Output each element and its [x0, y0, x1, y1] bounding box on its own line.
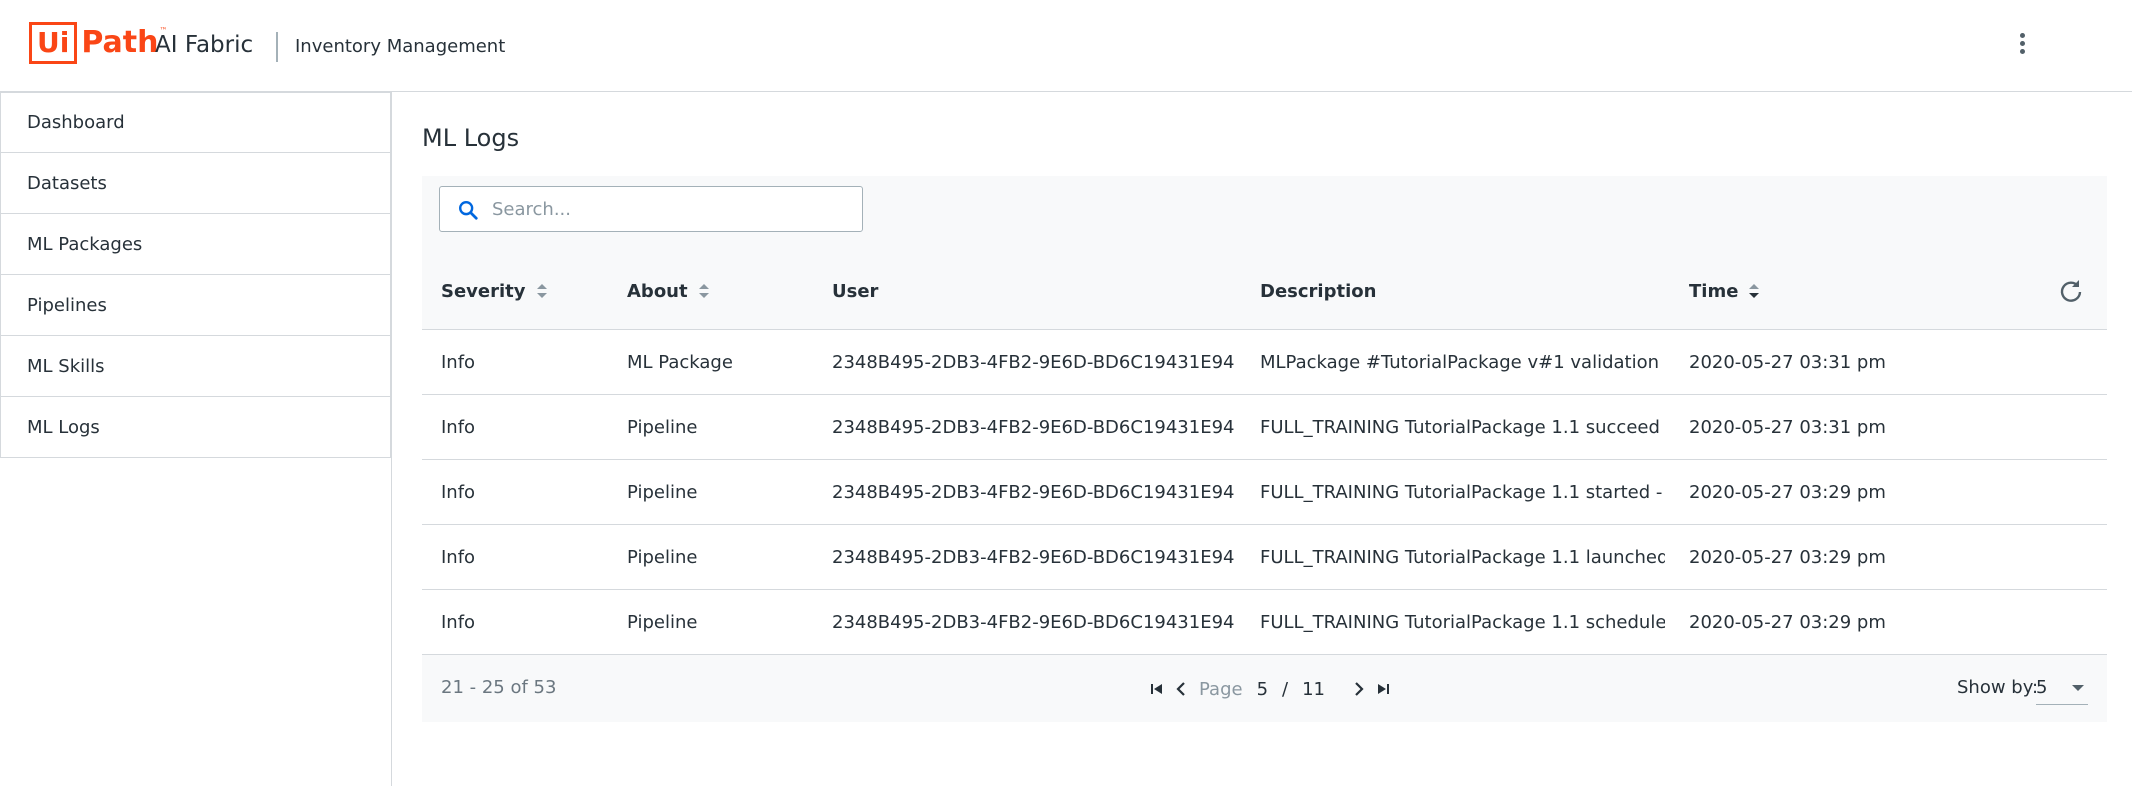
column-header-time[interactable]: Time: [1689, 252, 1761, 330]
column-header-about[interactable]: About: [627, 252, 711, 330]
show-by-value: 5: [2036, 677, 2048, 698]
table-footer: 21 - 25 of 53 Page 5 / 11 Show by: 5: [422, 655, 2107, 722]
logo-ui-box: Ui: [29, 22, 78, 64]
cell-severity: Info: [441, 417, 476, 438]
pagination-range: 21 - 25 of 53: [441, 677, 557, 698]
cell-user: 2348B495-2DB3-4FB2-9E6D-BD6C19431E94: [832, 612, 1235, 633]
cell-user: 2348B495-2DB3-4FB2-9E6D-BD6C19431E94: [832, 352, 1235, 373]
cell-severity: Info: [441, 352, 476, 373]
cell-about: ML Package: [627, 352, 733, 373]
cell-severity: Info: [441, 482, 476, 503]
cell-about: Pipeline: [627, 482, 698, 503]
cell-description: FULL_TRAINING TutorialPackage 1.1 launch…: [1260, 547, 1665, 568]
table-row[interactable]: Info Pipeline 2348B495-2DB3-4FB2-9E6D-BD…: [422, 525, 2107, 590]
cell-time: 2020-05-27 03:31 pm: [1689, 417, 1886, 438]
cell-description: FULL_TRAINING TutorialPackage 1.1 succee…: [1260, 417, 1665, 438]
column-header-label: Time: [1689, 280, 1739, 302]
sidebar-item-label: Dashboard: [27, 112, 125, 133]
refresh-icon[interactable]: [2052, 272, 2090, 310]
logo-path-text: Path: [81, 25, 159, 60]
sidebar-item-ml-skills[interactable]: ML Skills: [0, 336, 391, 397]
cell-user: 2348B495-2DB3-4FB2-9E6D-BD6C19431E94: [832, 417, 1235, 438]
cell-user: 2348B495-2DB3-4FB2-9E6D-BD6C19431E94: [832, 482, 1235, 503]
cell-time: 2020-05-27 03:29 pm: [1689, 612, 1886, 633]
cell-about: Pipeline: [627, 417, 698, 438]
sort-desc-icon: [1749, 284, 1760, 298]
column-header-label: Severity: [441, 280, 526, 302]
app-header: Ui Path ™ AI Fabric Inventory Management: [0, 0, 2132, 92]
sidebar-item-label: ML Packages: [27, 233, 143, 255]
cell-user: 2348B495-2DB3-4FB2-9E6D-BD6C19431E94: [832, 547, 1235, 568]
column-header-label: About: [627, 280, 688, 302]
uipath-logo[interactable]: Ui Path ™: [29, 22, 167, 64]
column-header-label: User: [832, 280, 879, 302]
sidebar-item-ml-packages[interactable]: ML Packages: [0, 214, 391, 275]
cell-about: Pipeline: [627, 547, 698, 568]
kebab-vertical-icon[interactable]: [2012, 30, 2032, 60]
first-page-icon[interactable]: [1145, 677, 1169, 701]
sidebar-item-ml-logs[interactable]: ML Logs: [0, 397, 391, 458]
cell-description: FULL_TRAINING TutorialPackage 1.1 starte…: [1260, 482, 1665, 503]
search-input[interactable]: [492, 195, 852, 223]
cell-severity: Info: [441, 547, 476, 568]
cell-severity: Info: [441, 612, 476, 633]
page-label: Page: [1199, 678, 1243, 700]
cell-description: MLPackage #TutorialPackage v#1 validatio…: [1260, 352, 1665, 373]
current-page[interactable]: 5: [1257, 679, 1268, 700]
sidebar-item-label: Datasets: [27, 172, 107, 194]
module-name: Inventory Management: [295, 36, 506, 57]
sidebar-item-label: ML Skills: [27, 355, 105, 377]
sidebar: Dashboard Datasets ML Packages Pipelines…: [0, 92, 392, 786]
sort-icon: [536, 284, 547, 298]
header-divider: [276, 32, 278, 62]
total-pages: 11: [1302, 678, 1326, 700]
prev-page-icon[interactable]: [1169, 677, 1193, 701]
product-name: AI Fabric: [155, 32, 254, 58]
table-row[interactable]: Info Pipeline 2348B495-2DB3-4FB2-9E6D-BD…: [422, 395, 2107, 460]
cell-time: 2020-05-27 03:29 pm: [1689, 547, 1886, 568]
table-header: Severity About User Description Time: [422, 252, 2107, 330]
chevron-down-icon: [2072, 685, 2084, 691]
sidebar-item-label: ML Logs: [27, 416, 100, 438]
column-header-severity[interactable]: Severity: [441, 252, 549, 330]
cell-time: 2020-05-27 03:31 pm: [1689, 352, 1886, 373]
column-header-label: Description: [1260, 280, 1377, 302]
cell-about: Pipeline: [627, 612, 698, 633]
cell-description: FULL_TRAINING TutorialPackage 1.1 schedu…: [1260, 612, 1665, 633]
sidebar-item-dashboard[interactable]: Dashboard: [0, 92, 391, 153]
cell-time: 2020-05-27 03:29 pm: [1689, 482, 1886, 503]
pagination-controls: Page 5 / 11: [1145, 674, 1395, 704]
table-row[interactable]: Info Pipeline 2348B495-2DB3-4FB2-9E6D-BD…: [422, 590, 2107, 655]
column-header-user: User: [832, 252, 878, 330]
table-row[interactable]: Info Pipeline 2348B495-2DB3-4FB2-9E6D-BD…: [422, 460, 2107, 525]
search-icon: [459, 201, 478, 220]
sidebar-item-label: Pipelines: [27, 294, 107, 316]
page-separator: /: [1282, 678, 1289, 700]
page-title: ML Logs: [422, 124, 520, 152]
column-header-description: Description: [1260, 252, 1376, 330]
table-row[interactable]: Info ML Package 2348B495-2DB3-4FB2-9E6D-…: [422, 330, 2107, 395]
sidebar-item-datasets[interactable]: Datasets: [0, 153, 391, 214]
sidebar-item-pipelines[interactable]: Pipelines: [0, 275, 391, 336]
show-by-select[interactable]: 5: [2036, 671, 2088, 705]
next-page-icon[interactable]: [1347, 677, 1371, 701]
last-page-icon[interactable]: [1371, 677, 1395, 701]
sort-icon: [698, 284, 709, 298]
search-box[interactable]: [439, 186, 863, 232]
show-by-label: Show by:: [1957, 677, 2039, 698]
